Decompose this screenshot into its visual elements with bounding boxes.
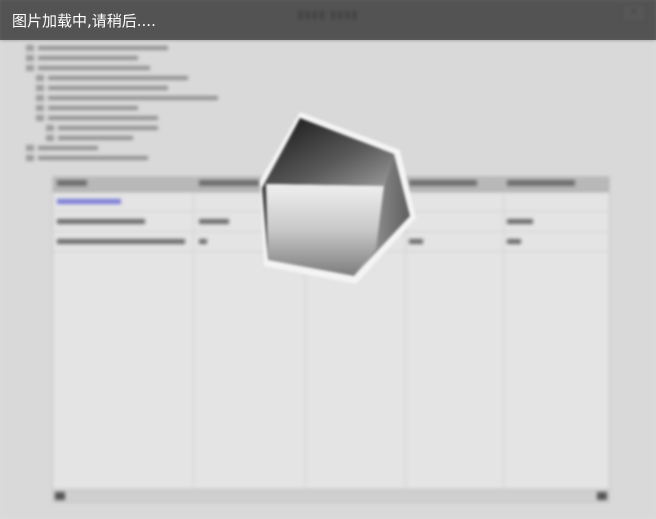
table-cell — [507, 219, 533, 224]
loading-polyhedron-icon — [260, 112, 416, 284]
loading-banner: 图片加载中,请稍后.... — [0, 0, 656, 40]
tree-item[interactable] — [26, 154, 148, 162]
tree-item[interactable] — [26, 44, 168, 52]
tree-item[interactable] — [46, 124, 158, 132]
tree-item[interactable] — [36, 94, 218, 102]
grid-footer — [53, 489, 609, 502]
tree-view — [22, 42, 262, 167]
tree-item[interactable] — [26, 64, 150, 72]
column-header[interactable] — [57, 180, 87, 186]
table-cell — [199, 239, 207, 244]
table-cell — [57, 239, 185, 244]
table-cell — [57, 219, 145, 224]
tree-item[interactable] — [26, 144, 98, 152]
scroll-right-icon[interactable] — [597, 492, 607, 500]
column-header[interactable] — [507, 180, 575, 186]
tree-item[interactable] — [36, 104, 138, 112]
tree-item[interactable] — [36, 114, 158, 122]
table-cell-link[interactable] — [57, 199, 121, 204]
tree-item[interactable] — [36, 74, 188, 82]
tree-item[interactable] — [46, 134, 133, 142]
scroll-left-icon[interactable] — [55, 492, 65, 500]
table-cell — [199, 219, 229, 224]
tree-item[interactable] — [36, 84, 168, 92]
column-header[interactable] — [199, 180, 259, 186]
loading-message: 图片加载中,请稍后.... — [12, 12, 156, 30]
table-cell — [507, 239, 521, 244]
tree-item[interactable] — [26, 54, 138, 62]
